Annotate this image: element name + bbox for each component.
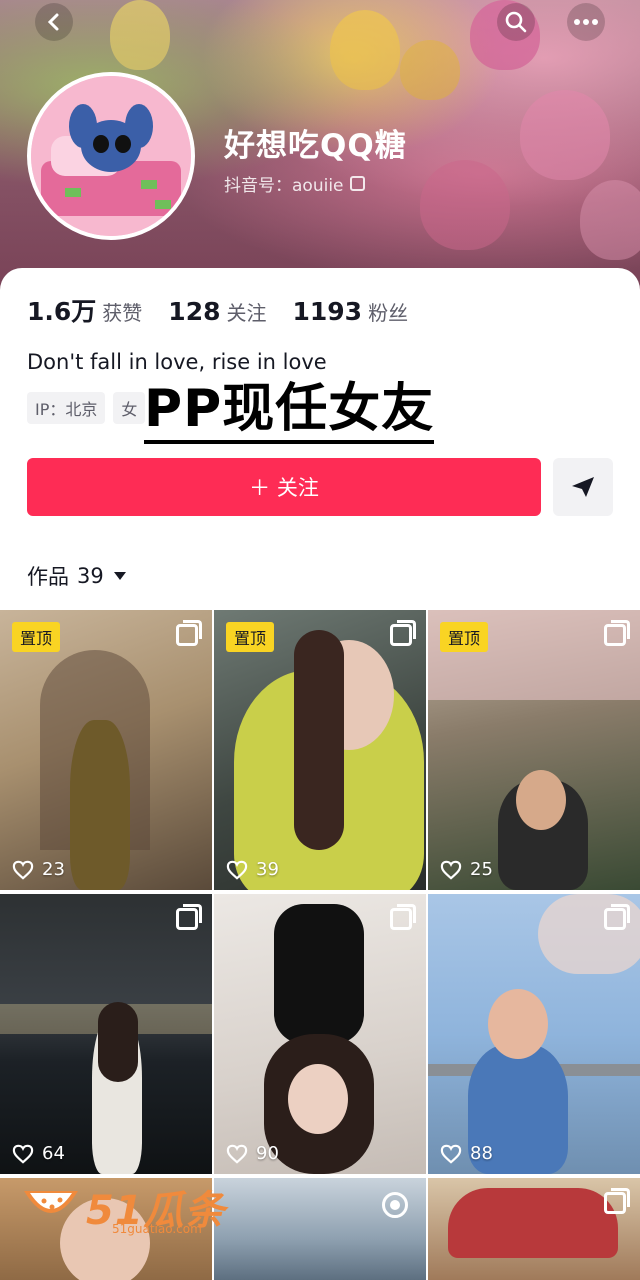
figure <box>274 904 364 1044</box>
heart-icon <box>440 1144 462 1164</box>
profile-tags: IP：北京 女 <box>27 392 146 424</box>
copy-icon[interactable] <box>349 176 365 191</box>
video-thumbnail[interactable] <box>428 1178 640 1280</box>
album-icon <box>604 904 630 930</box>
video-thumbnail[interactable]: 90 <box>214 894 426 1174</box>
album-icon <box>176 904 202 930</box>
douyin-id-text: 抖音号：aouiie <box>224 176 344 196</box>
pinned-badge: 置顶 <box>440 622 489 652</box>
video-thumbnail[interactable] <box>214 1178 426 1280</box>
tab-works[interactable]: 作品 39 <box>27 561 126 591</box>
search-icon <box>497 3 535 41</box>
like-count: 23 <box>12 859 65 880</box>
like-count-value: 90 <box>256 1143 279 1164</box>
album-icon <box>390 620 416 646</box>
figure <box>70 720 130 890</box>
video-thumbnail[interactable]: 置顶 25 <box>428 610 640 890</box>
more-button[interactable] <box>566 2 606 42</box>
follow-button[interactable]: ＋ 关注 <box>27 458 541 516</box>
watermark: 51瓜条 51guatiao.com <box>22 1178 226 1236</box>
hair <box>294 630 344 850</box>
works-count: 39 <box>77 564 104 588</box>
album-icon <box>176 620 202 646</box>
heart-icon <box>12 860 34 880</box>
like-count-value: 25 <box>470 859 493 880</box>
caret-down-icon <box>113 572 126 580</box>
banner-flower <box>330 10 400 90</box>
video-thumbnail[interactable]: 置顶 23 <box>0 610 212 890</box>
video-thumbnail[interactable]: 88 <box>428 894 640 1174</box>
following-count[interactable]: 128 <box>168 297 220 326</box>
pinned-badge: 置顶 <box>12 622 61 652</box>
red-cap <box>448 1188 618 1258</box>
like-count-value: 64 <box>42 1143 65 1164</box>
watermark-url: 51guatiao.com <box>112 1222 202 1236</box>
hair <box>98 1002 138 1082</box>
watermelon-logo-icon <box>24 1191 78 1213</box>
album-icon <box>390 904 416 930</box>
gender-tag: 女 <box>113 392 146 424</box>
nickname: 好想吃QQ糖 <box>224 128 407 164</box>
album-icon <box>604 620 630 646</box>
pinned-badge: 置顶 <box>226 622 275 652</box>
search-button[interactable] <box>496 2 536 42</box>
banner-flower <box>520 90 610 180</box>
like-count: 88 <box>440 1143 493 1164</box>
banner-flower <box>420 160 510 250</box>
bio: Don't fall in love, rise in love <box>27 350 327 374</box>
back-icon <box>35 3 73 41</box>
ip-tag: IP：北京 <box>27 392 106 424</box>
like-count-value: 23 <box>42 859 65 880</box>
heart-icon <box>440 860 462 880</box>
followers-label[interactable]: 粉丝 <box>368 297 408 326</box>
likes-count: 1.6万 <box>27 297 97 326</box>
douyin-id[interactable]: 抖音号：aouiie <box>224 171 365 196</box>
followers-count[interactable]: 1193 <box>292 297 362 326</box>
album-icon <box>604 1188 630 1214</box>
like-count: 64 <box>12 1143 65 1164</box>
like-count: 39 <box>226 859 279 880</box>
send-icon <box>572 477 594 497</box>
like-count-value: 39 <box>256 859 279 880</box>
banner-flower <box>400 40 460 100</box>
video-thumbnail[interactable]: 64 <box>0 894 212 1174</box>
banner-flower <box>580 180 640 260</box>
heart-icon <box>226 1144 248 1164</box>
like-count-value: 88 <box>470 1143 493 1164</box>
face <box>488 989 548 1059</box>
avatar-illustration <box>31 76 191 236</box>
more-icon <box>567 3 605 41</box>
heart-icon <box>226 860 248 880</box>
like-count: 90 <box>226 1143 279 1164</box>
stats-row: 1.6万 获赞 128 关注 1193 粉丝 <box>27 292 434 328</box>
share-button[interactable] <box>553 458 613 516</box>
overlay-caption: PP现任女友 <box>144 378 435 444</box>
back-button[interactable] <box>34 2 74 42</box>
like-count: 25 <box>440 859 493 880</box>
heart-icon <box>12 1144 34 1164</box>
video-thumbnail[interactable]: 置顶 39 <box>214 610 426 890</box>
face <box>516 770 566 830</box>
banner-flower <box>110 0 170 70</box>
works-label: 作品 <box>27 565 69 589</box>
avatar[interactable] <box>27 72 195 240</box>
live-photo-icon <box>382 1192 408 1218</box>
following-label[interactable]: 关注 <box>226 297 266 326</box>
likes-label: 获赞 <box>102 301 143 325</box>
face <box>288 1064 348 1134</box>
